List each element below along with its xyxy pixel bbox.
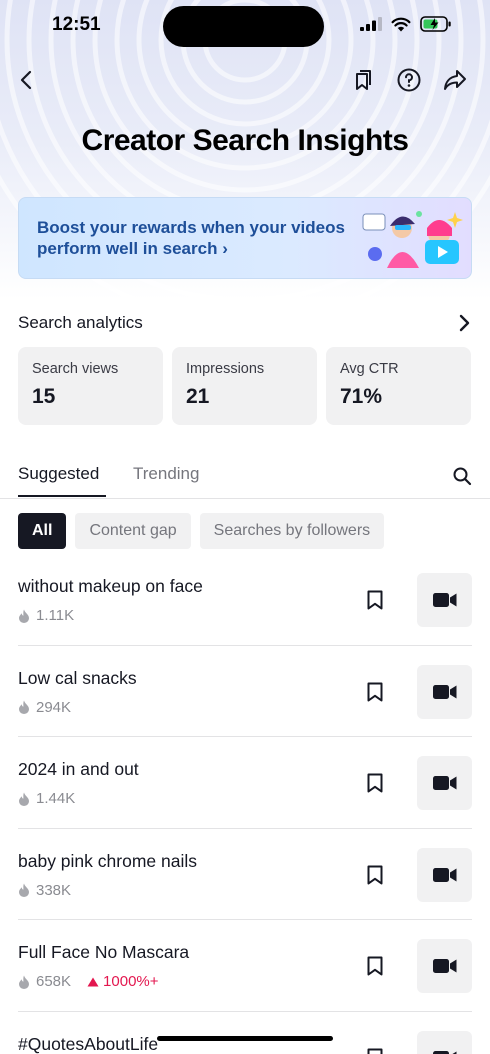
stat-value: 71% [340,385,383,408]
banner-illustration [362,211,463,268]
flame-icon [19,792,29,806]
search-term: Low cal snacks [18,667,137,688]
share-button[interactable] [437,62,473,98]
status-bar: 12:51 [0,0,490,54]
banner-chevron: › [222,239,228,258]
search-term: baby pink chrome nails [18,850,197,871]
list-item[interactable]: #QuotesAboutLife [18,1012,472,1054]
list-item[interactable]: Full Face No Mascara 658K 1000%+ [18,920,472,1012]
create-video-button[interactable] [417,939,472,994]
tab-trending[interactable]: Trending [133,464,199,484]
video-camera-icon [432,684,456,699]
search-count: 294K [36,698,72,716]
chip-searches-by-followers[interactable]: Searches by followers [199,513,385,549]
status-icons [360,16,452,32]
growth-indicator: 1000%+ [87,973,159,991]
flame-icon [19,700,29,715]
list-item[interactable]: baby pink chrome nails 338K [18,829,472,921]
create-video-button[interactable] [417,756,472,811]
search-meta: 338K [18,882,71,899]
bookmark-icon[interactable] [366,590,384,610]
search-meta: 294K [18,699,71,716]
bookmark-icon[interactable] [366,865,384,885]
flame-icon [19,975,29,989]
cellular-signal-icon [360,17,382,31]
video-camera-icon [432,593,456,607]
search-meta: 1.44K [18,790,75,807]
create-video-button[interactable] [417,664,472,719]
flame-icon [19,883,29,898]
create-video-button[interactable] [417,573,472,627]
bookmarks-button[interactable] [345,62,381,98]
stats-cards: Search views 15 Impressions 21 Avg CTR 7… [18,347,472,425]
search-analytics-title: Search analytics [18,313,143,332]
tab-suggested[interactable]: Suggested [18,464,99,484]
share-arrow-icon [444,70,466,90]
active-tab-indicator [18,495,106,497]
search-meta: 658K 1000%+ [18,973,159,990]
stat-label: Avg CTR [340,361,399,377]
avg-ctr-card: Avg CTR 71% [326,347,471,425]
search-term: #QuotesAboutLife [18,1033,159,1054]
search-term: 2024 in and out [18,759,139,780]
search-meta: 1.11K [18,607,74,624]
video-camera-icon [432,867,456,882]
search-icon[interactable] [452,466,472,486]
help-circle-icon [397,68,421,92]
impressions-card: Impressions 21 [172,347,317,425]
list-item[interactable]: without makeup on face 1.11K [18,554,472,646]
search-count: 1.44K [36,790,76,808]
search-views-card: Search views 15 [18,347,163,425]
suggested-list: without makeup on face 1.11K Low cal sna… [0,554,490,1054]
tab-bar: Suggested Trending [0,458,490,499]
search-count: 338K [36,881,72,899]
triangle-up-icon [87,977,99,987]
video-camera-icon [432,776,456,791]
chevron-right-icon [459,314,470,332]
bookmarks-icon [356,70,371,90]
wifi-icon [391,17,411,31]
search-count: 658K [36,973,72,991]
bookmark-icon[interactable] [366,773,384,793]
chevron-left-icon [20,70,32,90]
chip-all[interactable]: All [18,513,67,549]
stat-label: Impressions [186,361,265,377]
growth-value: 1000%+ [103,973,159,991]
battery-charging-icon [420,16,451,32]
banner-text: Boost your rewards when your videos perf… [37,217,367,259]
home-indicator [157,1036,333,1041]
status-time: 12:51 [52,14,101,35]
chip-content-gap[interactable]: Content gap [75,513,191,549]
search-term: without makeup on face [18,576,203,596]
create-video-button[interactable] [417,847,472,902]
list-item[interactable]: 2024 in and out 1.44K [18,737,472,829]
create-video-button[interactable] [417,1030,472,1054]
page-title: Creator Search Insights [81,124,409,157]
bookmark-icon[interactable] [366,956,384,976]
list-item[interactable]: Low cal snacks 294K [18,646,472,738]
video-camera-icon [432,959,456,974]
stat-value: 15 [32,385,56,408]
help-button[interactable] [391,62,427,98]
dynamic-island [163,6,324,47]
filter-chips: All Content gap Searches by followers [18,513,385,549]
banner-message: Boost your rewards when your videos perf… [37,218,345,258]
stat-value: 21 [186,385,210,408]
rewards-banner[interactable]: Boost your rewards when your videos perf… [18,197,472,279]
bookmark-icon[interactable] [366,1048,384,1054]
video-camera-icon [432,1050,456,1054]
search-term: Full Face No Mascara [18,942,190,963]
search-analytics-header[interactable]: Search analytics [18,313,472,335]
flame-icon [19,609,29,623]
search-count: 1.11K [36,607,75,624]
bookmark-icon[interactable] [366,682,384,702]
stat-label: Search views [32,361,119,377]
back-button[interactable] [9,62,45,98]
top-nav [0,62,490,98]
